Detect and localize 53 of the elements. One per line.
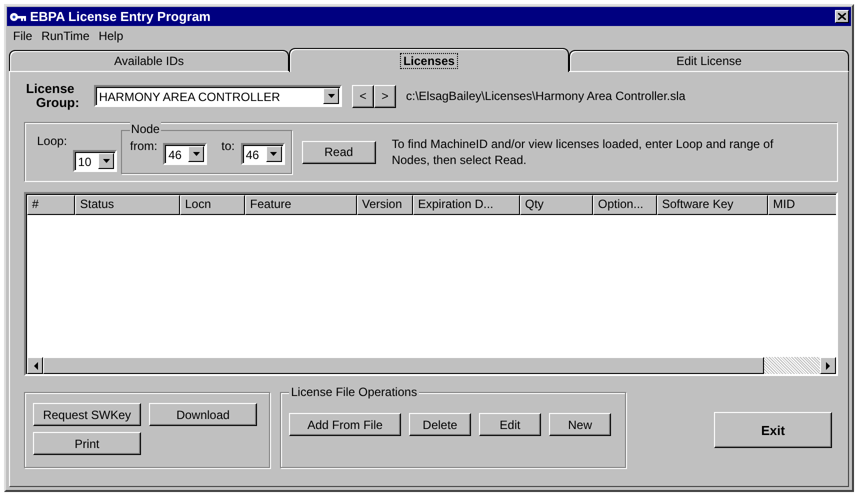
next-button[interactable]: >: [374, 84, 396, 108]
dropdown-button[interactable]: [98, 153, 114, 169]
file-path: c:\ElsagBailey\Licenses\Harmony Area Controller.sla: [406, 89, 686, 103]
action-button[interactable]: Delete: [409, 413, 471, 436]
arrow-right-icon: [826, 362, 830, 370]
field-label: to:: [221, 139, 235, 153]
action-button[interactable]: Download: [149, 403, 257, 426]
dropdown-button[interactable]: [323, 88, 339, 104]
read-button[interactable]: Read: [302, 140, 376, 164]
column-header[interactable]: Version: [357, 195, 413, 215]
menu-item[interactable]: RunTime: [38, 28, 96, 42]
column-header[interactable]: #: [27, 195, 75, 215]
column-header[interactable]: Expiration D...: [413, 195, 520, 215]
column-header[interactable]: Status: [75, 195, 180, 215]
field-label: from:: [130, 139, 158, 153]
group-title: Node: [130, 122, 161, 136]
menu-item[interactable]: File: [10, 28, 38, 42]
column-header[interactable]: Option...: [593, 195, 657, 215]
column-header[interactable]: Software Key: [657, 195, 768, 215]
field-label: License: [26, 82, 76, 96]
action-button[interactable]: Add From File: [289, 413, 401, 436]
close-button[interactable]: [835, 10, 849, 23]
tab[interactable]: Licenses: [289, 48, 569, 72]
dropdown-field[interactable]: HARMONY AREA CONTROLLER: [94, 85, 342, 107]
column-header[interactable]: Locn: [180, 195, 245, 215]
column-header[interactable]: MID: [768, 195, 836, 215]
tab[interactable]: Edit License: [569, 50, 849, 71]
caret-down-icon: [326, 93, 336, 99]
caret-down-icon: [269, 151, 278, 157]
print-button[interactable]: Print: [33, 432, 141, 455]
dropdown-field[interactable]: 10: [73, 150, 118, 172]
close-icon: [838, 13, 846, 20]
window-title: EBPA License Entry Program: [30, 9, 211, 24]
field-label: Group:: [36, 96, 80, 110]
previous-button[interactable]: <: [352, 84, 374, 108]
tab[interactable]: Available IDs: [9, 50, 289, 71]
field-label: Loop:: [37, 134, 68, 148]
action-button[interactable]: New: [549, 413, 611, 436]
caret-down-icon: [102, 158, 111, 164]
column-header[interactable]: Feature: [245, 195, 357, 215]
dropdown-field[interactable]: 46: [240, 143, 285, 165]
column-header[interactable]: Qty: [520, 195, 593, 215]
caret-down-icon: [192, 151, 201, 157]
action-button[interactable]: Request SWKey: [33, 403, 141, 426]
action-button[interactable]: Edit: [479, 413, 541, 436]
instruction-text: To find MachineID and/or view licenses loaded, enter Loop and range of Nodes, then select Read.: [392, 136, 774, 168]
group-title: License File Operations: [289, 385, 420, 399]
menu-item[interactable]: Help: [96, 28, 130, 42]
dropdown-button[interactable]: [188, 146, 204, 162]
exit-button[interactable]: Exit: [714, 412, 832, 448]
arrow-left-icon: [32, 362, 38, 370]
dropdown-button[interactable]: [266, 146, 282, 162]
dropdown-field[interactable]: 46: [163, 143, 208, 165]
